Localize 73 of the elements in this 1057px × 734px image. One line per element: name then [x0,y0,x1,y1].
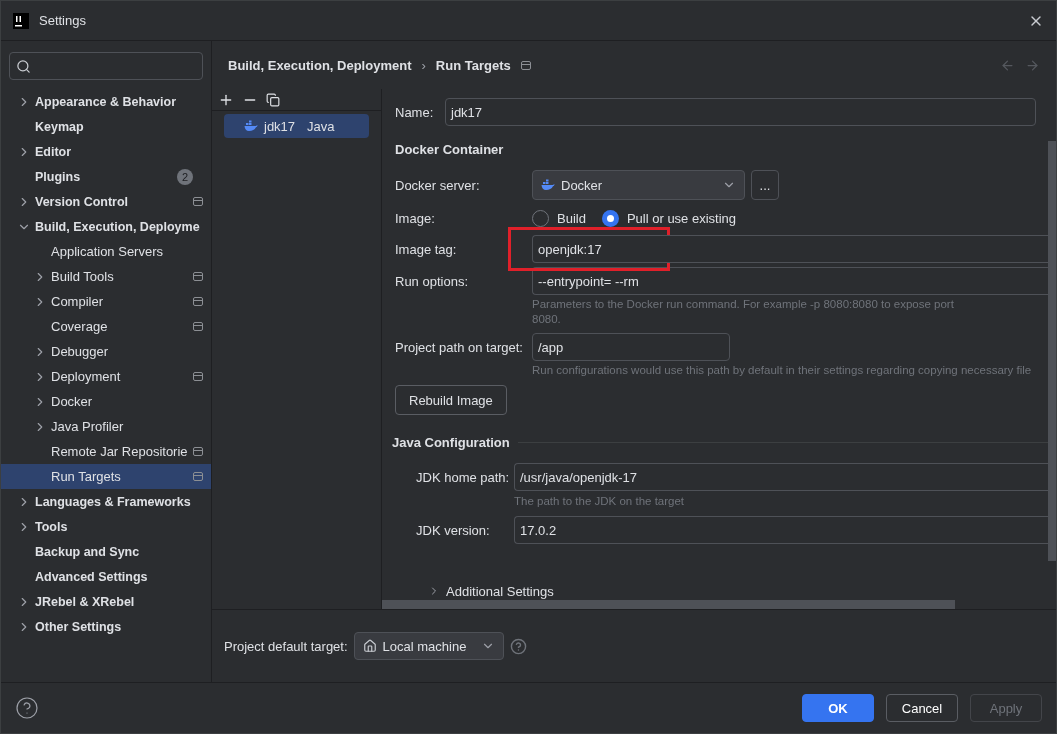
field-label: JDK version: [416,522,491,538]
help-icon[interactable] [509,637,527,655]
breadcrumb-item[interactable]: Build, Execution, Deployment [228,57,412,73]
tree-item[interactable]: Other Settings [1,614,211,639]
house-icon [362,639,377,653]
tree-item[interactable]: Coverage [1,314,211,339]
input-field[interactable]: 17.0.2 [514,516,1048,544]
radio-label: Build [557,210,586,226]
section-title: Docker Container [395,141,504,157]
field-label: Docker server: [395,177,481,193]
input-field[interactable]: --entrypoint= --rm [532,267,1048,295]
window-title: Settings [39,13,87,28]
dialog-button[interactable]: Cancel [886,694,958,722]
search-icon [16,58,31,74]
browse-button[interactable]: ... [751,170,779,200]
tree-item[interactable]: Debugger [1,339,211,364]
field-hint: Parameters to the Docker run command. For example -p 8080:8080 to expose port 8080. [531,297,955,327]
field-label: JDK home path: [416,469,511,485]
help-button[interactable] [15,696,39,720]
tree-item[interactable]: Run Targets [1,464,211,489]
tree-item[interactable]: Advanced Settings [1,564,211,589]
vertical-scrollbar[interactable] [1048,141,1056,561]
breadcrumb-separator: › [421,57,426,73]
radio-button[interactable] [601,209,619,227]
tree-item[interactable]: Languages & Frameworks [1,489,211,514]
tree-item[interactable]: Java Profiler [1,414,211,439]
tree-item[interactable]: Editor [1,139,211,164]
server-dropdown[interactable]: Docker [532,170,745,200]
tree-item[interactable]: Application Servers [1,239,211,264]
tree-item[interactable]: Keymap [1,114,211,139]
app-icon [13,12,29,29]
name-field[interactable]: jdk17 [445,98,1036,126]
breadcrumb-item[interactable]: Run Targets [435,57,511,73]
tree-item[interactable]: Backup and Sync [1,539,211,564]
copy-icon[interactable] [266,92,280,107]
tree-item[interactable]: JRebel & XRebel [1,589,211,614]
rebuild-button[interactable]: Rebuild Image [395,385,507,415]
field-label: Project default target: [224,638,348,654]
horizontal-scrollbar[interactable] [382,600,955,609]
tree-item[interactable]: Docker [1,389,211,414]
target-dropdown[interactable]: Local machine [353,632,504,660]
tree-item[interactable]: Appearance & Behavior [1,89,211,114]
tree-item[interactable]: Deployment [1,364,211,389]
tree-item[interactable]: Compiler [1,289,211,314]
tree-item[interactable]: Version Control [1,189,211,214]
tree-item[interactable]: Tools [1,514,211,539]
field-label: Run options: [395,273,469,289]
whale-icon [244,120,258,132]
field-label: Image tag: [395,241,458,257]
target-name: jdk17 [264,118,296,134]
field-label: Image: [395,210,436,226]
tree-item[interactable]: Remote Jar Repositorie [1,439,211,464]
target-type: Java [307,118,335,134]
search-field[interactable] [9,52,203,80]
collapsible-header[interactable]: Additional Settings [446,583,554,599]
back-arrow-icon[interactable] [1000,57,1015,73]
whale-icon [541,179,555,191]
target-item[interactable]: jdk17 Java [224,114,369,138]
input-field[interactable]: /usr/java/openjdk-17 [514,463,1048,491]
field-hint: Run configurations would use this path by default in their settings regarding copying necessary file [531,363,1033,378]
field-label: Name: [395,104,435,120]
field-hint: The path to the JDK on the target [513,494,686,509]
tree-item[interactable]: Build, Execution, Deployme [1,214,211,239]
radio-label: Pull or use existing [626,210,737,226]
tree-item[interactable]: Build Tools [1,264,211,289]
input-field[interactable]: openjdk:17 [532,235,1048,263]
input-field[interactable]: /app [532,333,730,361]
field-label: Project path on target: [395,339,524,355]
count-badge: 2 [177,168,193,185]
forward-arrow-icon[interactable] [1025,57,1040,73]
section-title: Java Configuration [392,434,510,450]
dialog-button[interactable]: OK [802,694,874,722]
tree-item[interactable]: Plugins 2 [1,164,211,189]
